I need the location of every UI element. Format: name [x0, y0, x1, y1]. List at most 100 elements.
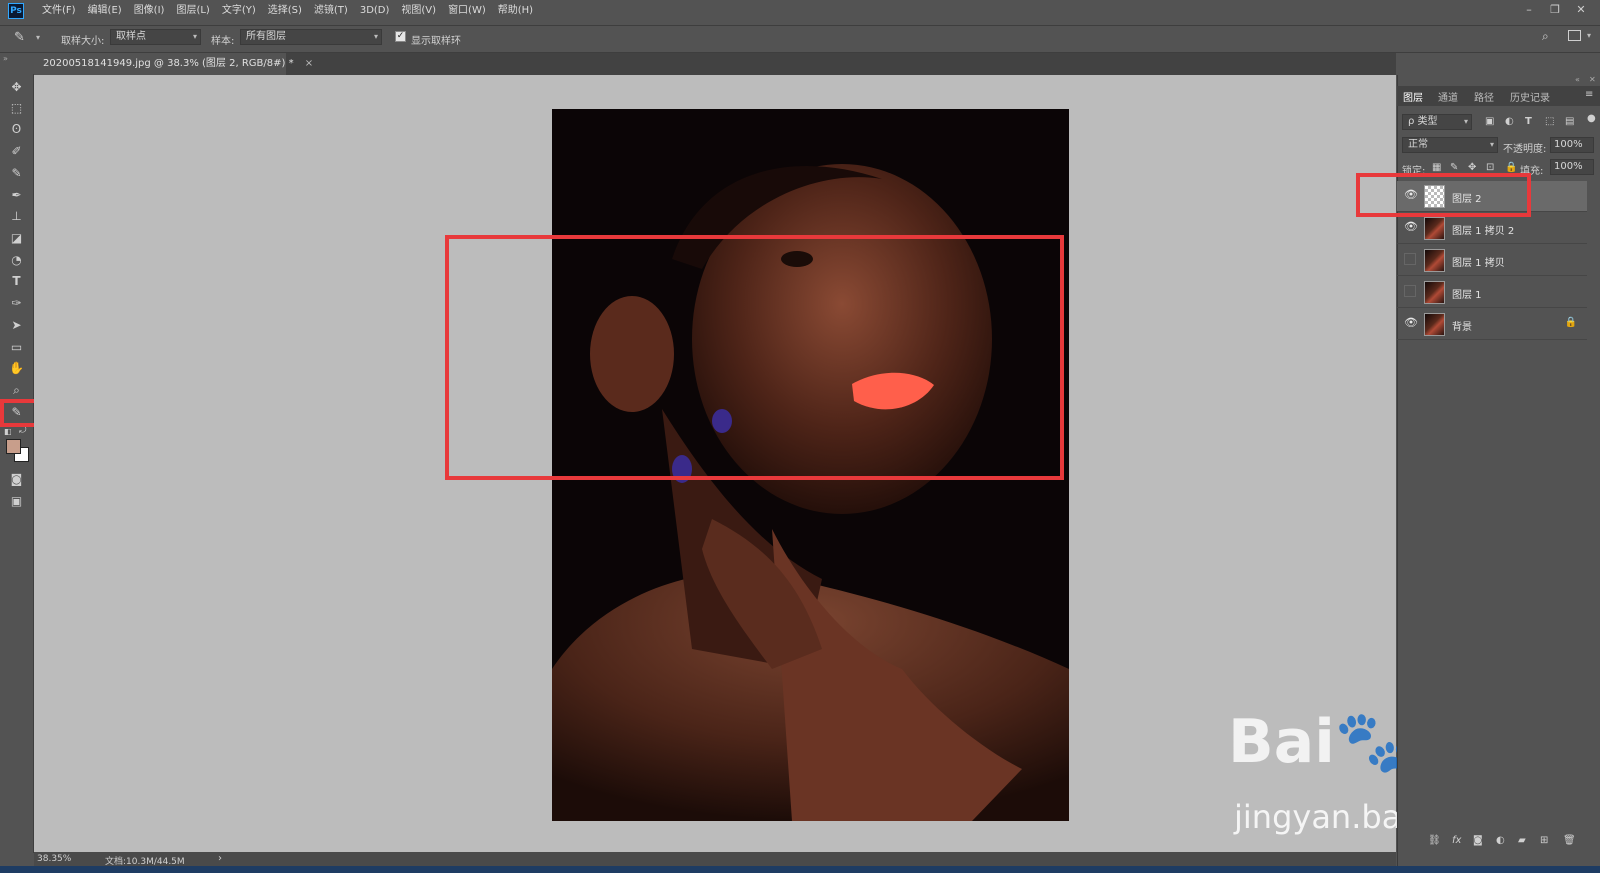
menu-select[interactable]: 选择(S) — [262, 0, 308, 22]
tab-layers[interactable]: 图层 — [1403, 89, 1423, 104]
marquee-tool-icon[interactable]: ⬚ — [7, 99, 26, 117]
filter-toggle-icon[interactable]: ● — [1587, 113, 1596, 124]
os-taskbar — [0, 866, 1600, 873]
document-tab[interactable]: 20200518141949.jpg @ 38.3% (图层 2, RGB/8#… — [34, 53, 313, 75]
blend-mode-value: 正常 — [1408, 139, 1428, 150]
pen-tool-icon[interactable]: ✑ — [7, 294, 26, 312]
spot-healing-tool-icon[interactable]: ✎ — [7, 164, 26, 182]
layer-row[interactable]: 👁 图层 1 拷贝 2 — [1397, 213, 1587, 244]
opacity-input[interactable]: 100% — [1550, 137, 1594, 153]
lock-icon: 🔒 — [1564, 317, 1577, 328]
layer-row[interactable]: 图层 1 — [1397, 277, 1587, 308]
brush-tool-icon[interactable]: ✒ — [7, 186, 26, 204]
lock-artboard-icon[interactable]: ⊡ — [1486, 162, 1494, 173]
sample-label: 样本: — [211, 36, 235, 47]
close-panel-icon[interactable]: ✕ — [1589, 75, 1596, 84]
close-icon[interactable]: ✕ — [1568, 0, 1594, 22]
move-tool-icon[interactable]: ✥ — [7, 78, 26, 96]
main-menu: 文件(F) 编辑(E) 图像(I) 图层(L) 文字(Y) 选择(S) 滤镜(T… — [36, 0, 539, 22]
swap-colors-icon[interactable]: ⤾ — [19, 426, 27, 436]
layer-filter-select[interactable]: ρ 类型 ▾ — [1402, 114, 1472, 130]
clone-stamp-tool-icon[interactable]: ⊥ — [7, 207, 26, 225]
lock-all-icon[interactable]: 🔒 — [1505, 162, 1517, 173]
collapse-toolbar-icon[interactable]: » — [3, 54, 8, 63]
window-controls: – ❐ ✕ — [1516, 0, 1594, 22]
zoom-level[interactable]: 38.35% — [37, 854, 71, 864]
menu-3d[interactable]: 3D(D) — [354, 0, 396, 22]
restore-icon[interactable]: ❐ — [1542, 0, 1568, 22]
search-icon[interactable]: ⌕ — [1542, 29, 1549, 44]
filter-smart-object-icon[interactable]: ▤ — [1565, 116, 1574, 127]
quick-select-tool-icon[interactable]: ✐ — [7, 142, 26, 160]
lock-transparency-icon[interactable]: ▦ — [1432, 162, 1441, 173]
menu-layer[interactable]: 图层(L) — [170, 0, 215, 22]
menu-view[interactable]: 视图(V) — [395, 0, 442, 22]
foreground-color-swatch[interactable] — [6, 439, 21, 454]
layer-row[interactable]: 👁 背景 🔒 — [1397, 309, 1587, 340]
filter-shape-icon[interactable]: ⬚ — [1545, 116, 1554, 127]
filter-pixel-icon[interactable]: ▣ — [1485, 116, 1494, 127]
mask-icon[interactable]: ◙ — [1473, 835, 1483, 846]
layer-row[interactable]: 图层 1 拷贝 — [1397, 245, 1587, 276]
sample-size-select[interactable]: 取样点 ▾ — [110, 29, 201, 45]
filter-adjustment-icon[interactable]: ◐ — [1505, 116, 1514, 127]
tab-paths[interactable]: 路径 — [1474, 89, 1494, 104]
visibility-toggle-off[interactable] — [1404, 253, 1416, 265]
minimize-icon[interactable]: – — [1516, 0, 1542, 22]
screen-mode-icon[interactable]: ▣ — [7, 492, 26, 510]
menu-type[interactable]: 文字(Y) — [216, 0, 262, 22]
tab-channels[interactable]: 通道 — [1438, 89, 1458, 104]
eyedropper-preset-icon[interactable]: ✎ — [14, 30, 25, 45]
folder-icon[interactable]: ▰ — [1518, 835, 1526, 846]
menu-help[interactable]: 帮助(H) — [492, 0, 539, 22]
link-icon[interactable]: ⛓ — [1428, 835, 1441, 846]
status-menu-arrow[interactable]: › — [218, 853, 222, 864]
path-select-tool-icon[interactable]: ➤ — [7, 316, 26, 334]
layer-highlight-box — [1356, 173, 1531, 217]
menu-edit[interactable]: 编辑(E) — [82, 0, 128, 22]
opacity-value: 100% — [1554, 139, 1583, 150]
shape-tool-icon[interactable]: ▭ — [7, 338, 26, 356]
collapse-panel-icon[interactable]: « — [1575, 75, 1580, 84]
lasso-tool-icon[interactable]: ʘ — [7, 120, 26, 138]
menu-filter[interactable]: 滤镜(T) — [308, 0, 354, 22]
trash-icon[interactable]: 🗑 — [1563, 835, 1576, 846]
layer-thumbnail — [1424, 249, 1445, 272]
layer-name: 图层 1 — [1452, 290, 1482, 301]
chevron-down-icon[interactable]: ▾ — [36, 33, 40, 42]
panel-tabs — [1397, 86, 1600, 106]
new-layer-icon[interactable]: ⊞ — [1540, 835, 1548, 846]
eraser-tool-icon[interactable]: ◪ — [7, 229, 26, 247]
close-tab-icon[interactable]: × — [305, 58, 313, 69]
quick-mask-icon[interactable]: ◙ — [7, 470, 26, 488]
sample-select[interactable]: 所有图层 ▾ — [240, 29, 382, 45]
hand-tool-icon[interactable]: ✋ — [7, 359, 26, 377]
fx-icon[interactable]: fx — [1452, 835, 1461, 846]
zoom-tool-icon[interactable]: ⌕ — [7, 381, 26, 399]
workspace-icon[interactable] — [1568, 30, 1581, 41]
default-colors-icon[interactable]: ◧ — [4, 427, 12, 436]
lock-position-icon[interactable]: ✥ — [1468, 162, 1476, 173]
photoshop-logo-icon: Ps — [8, 3, 24, 19]
chevron-down-icon: ▾ — [373, 32, 378, 41]
tab-history[interactable]: 历史记录 — [1510, 89, 1550, 104]
lock-pixels-icon[interactable]: ✎ — [1450, 162, 1458, 173]
type-tool-icon[interactable]: T — [7, 272, 26, 290]
sample-size-label: 取样大小: — [61, 36, 105, 47]
fill-value: 100% — [1554, 161, 1583, 172]
visibility-eye-icon[interactable]: 👁 — [1404, 317, 1418, 329]
visibility-toggle-off[interactable] — [1404, 285, 1416, 297]
show-sampling-ring-checkbox[interactable]: ✓ — [395, 31, 406, 42]
panel-menu-icon[interactable]: ≡ — [1585, 89, 1593, 100]
chevron-down-icon[interactable]: ▾ — [1587, 31, 1591, 40]
menu-window[interactable]: 窗口(W) — [442, 0, 492, 22]
menu-file[interactable]: 文件(F) — [36, 0, 82, 22]
dodge-tool-icon[interactable]: ◔ — [7, 251, 26, 269]
layer-name: 背景 — [1452, 322, 1472, 333]
blend-mode-select[interactable]: 正常 ▾ — [1402, 137, 1498, 153]
visibility-eye-icon[interactable]: 👁 — [1404, 221, 1418, 233]
adjustment-icon[interactable]: ◐ — [1496, 835, 1505, 846]
menu-image[interactable]: 图像(I) — [128, 0, 171, 22]
fill-input[interactable]: 100% — [1550, 159, 1594, 175]
filter-type-icon[interactable]: T — [1525, 116, 1532, 127]
